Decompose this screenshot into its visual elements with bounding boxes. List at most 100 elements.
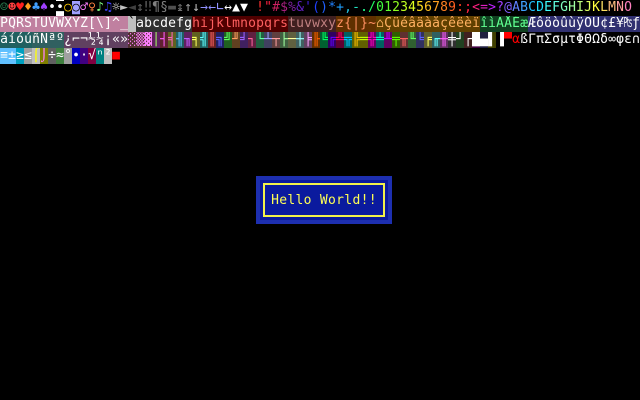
charset-glyph: # — [272, 0, 280, 16]
charset-glyph: ^ — [112, 16, 120, 32]
charset-row-3: á í ó ú ñ Ñª º ¿ ⌐ ¬ ½ ¼ ¡ «» ░ ▒ ▓ │ ┤ ╡ ╢ ╖ ╕ ╣ ║ ╗ ╝ ╜ ╛ ┐ └ ┴ ┬ ├ ─ ┼ ╞ ╟… — [0, 32, 640, 48]
charset-glyph: δ — [600, 32, 608, 48]
charset-glyph: ♦ — [24, 0, 32, 16]
charset-glyph: J — [584, 0, 592, 16]
charset-glyph: ‼ — [144, 0, 152, 16]
charset-glyph: ╣ — [200, 32, 208, 48]
charset-glyph: z — [336, 16, 344, 32]
charset-glyph: ☼ — [112, 0, 120, 16]
charset-glyph: ( — [312, 0, 320, 16]
charset-glyph: ê — [448, 16, 456, 32]
charset-glyph: Ñ — [40, 32, 48, 48]
charset-glyph: ° — [64, 48, 72, 64]
charset-glyph: ┌ — [464, 32, 472, 48]
charset-glyph: ╞ — [304, 32, 312, 48]
charset-glyph: 8 — [440, 0, 448, 16]
charset-glyph: ¡ — [104, 32, 112, 48]
charset-glyph: u — [296, 16, 304, 32]
charset-glyph: ↓ — [192, 0, 200, 16]
charset-glyph: ♀ — [88, 0, 96, 16]
charset-glyph: ` — [128, 16, 136, 32]
charset-glyph: á — [0, 32, 8, 48]
charset-glyph: M — [608, 0, 616, 16]
charset-glyph: £ — [608, 16, 616, 32]
charset-glyph: ? — [496, 0, 504, 16]
charset-glyph: ⌡ — [40, 48, 48, 64]
charset-glyph: ▬ — [168, 0, 176, 16]
charset-glyph: % — [288, 0, 296, 16]
charset-glyph: ╥ — [400, 32, 408, 48]
charset-glyph: ░ — [128, 32, 136, 48]
charset-glyph: , — [344, 0, 352, 16]
charset-glyph: ╓ — [432, 32, 440, 48]
charset-glyph: é — [400, 16, 408, 32]
charset-glyph: ─ — [288, 32, 296, 48]
charset-glyph: ô — [536, 16, 544, 32]
charset-glyph: ■ — [112, 48, 120, 64]
charset-glyph: 7 — [432, 0, 440, 16]
charset-glyph: § — [160, 0, 168, 16]
charset-glyph: K — [592, 0, 600, 16]
charset-glyph: 1 — [384, 0, 392, 16]
charset-glyph: ≡ — [0, 48, 8, 64]
charset-glyph: ╗ — [216, 32, 224, 48]
charset-glyph: > — [488, 0, 496, 16]
charset-glyph: H — [568, 0, 576, 16]
charset-glyph: º — [56, 32, 64, 48]
charset-glyph: r — [272, 16, 280, 32]
charset-glyph: ½ — [88, 32, 96, 48]
charset-glyph: ╝ — [224, 32, 232, 48]
charset-glyph: ⁿ — [96, 48, 104, 64]
charset-glyph: ≈ — [56, 48, 64, 64]
charset-glyph: . — [360, 0, 368, 16]
charset-glyph: ' — [304, 0, 312, 16]
charset-glyph: ▄ — [480, 32, 488, 48]
charset-glyph: └ — [256, 32, 264, 48]
charset-glyph: å — [432, 16, 440, 32]
charset-glyph: * — [328, 0, 336, 16]
charset-glyph: · — [80, 48, 88, 64]
charset-glyph: A — [512, 0, 520, 16]
charset-glyph: ♪ — [96, 0, 104, 16]
charset-glyph: √ — [88, 48, 96, 64]
charset-glyph: ¥ — [616, 16, 624, 32]
charset-glyph: ï — [472, 16, 480, 32]
charset-glyph: @ — [504, 0, 512, 16]
charset-glyph: W — [56, 16, 64, 32]
charset-glyph: D — [536, 0, 544, 16]
charset-glyph: E — [544, 0, 552, 16]
charset-glyph: $ — [280, 0, 288, 16]
charset-glyph: ∟ — [216, 0, 224, 16]
charset-glyph: ╡ — [168, 32, 176, 48]
charset-glyph: ò — [552, 16, 560, 32]
charset-glyph: ╬ — [368, 32, 376, 48]
charset-glyph: ú — [24, 32, 32, 48]
charset-glyph: b — [144, 16, 152, 32]
charset-glyph: ▓ — [144, 32, 152, 48]
charset-glyph: ↔ — [224, 0, 232, 16]
charset-glyph: ╢ — [176, 32, 184, 48]
charset-glyph: ↨ — [176, 0, 184, 16]
charset-glyph: ║ — [208, 32, 216, 48]
charset-glyph: C — [528, 0, 536, 16]
charset-glyph: ▼ — [240, 0, 248, 16]
charset-glyph: < — [472, 0, 480, 16]
charset-glyph: T — [32, 16, 40, 32]
charset-glyph: ¢ — [600, 16, 608, 32]
charset-glyph: } — [360, 16, 368, 32]
charset-glyph: ë — [456, 16, 464, 32]
charset-glyph: ○ — [64, 0, 72, 16]
charset-glyph: { — [344, 16, 352, 32]
charset-glyph: ╚ — [320, 32, 328, 48]
charset-glyph: ▌ — [488, 32, 496, 48]
charset-glyph — [248, 0, 256, 16]
charset-glyph: è — [464, 16, 472, 32]
charset-glyph: Æ — [528, 16, 536, 32]
charset-glyph: ╤ — [392, 32, 400, 48]
charset-glyph: ↕ — [136, 0, 144, 16]
charset-glyph: s — [280, 16, 288, 32]
charset-glyph: Σ — [544, 32, 552, 48]
charset-glyph: ╩ — [336, 32, 344, 48]
charset-glyph: x — [320, 16, 328, 32]
charset-glyph: y — [328, 16, 336, 32]
